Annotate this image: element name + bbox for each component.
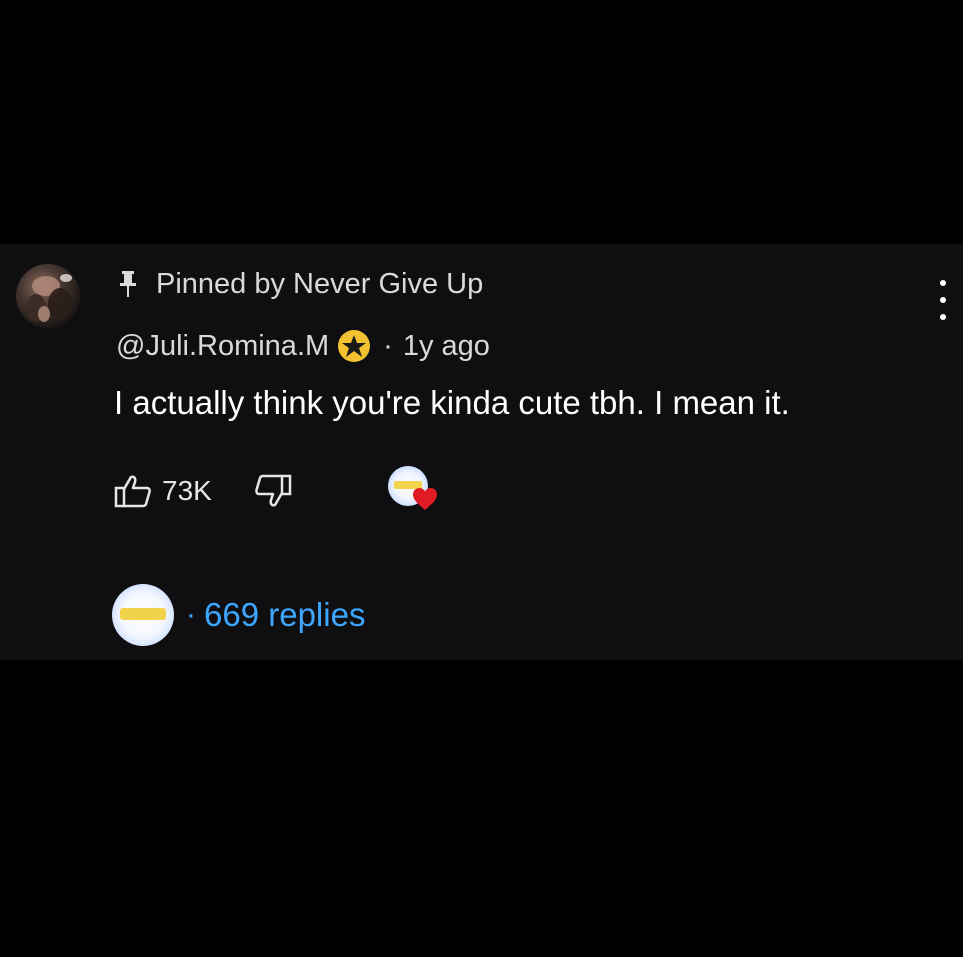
thumbs-down-icon (254, 474, 292, 507)
creator-heart-icon (387, 466, 442, 516)
replies-count: 669 replies (204, 596, 366, 633)
like-count: 73K (162, 475, 212, 506)
comment-time[interactable]: 1y ago (403, 330, 490, 363)
pin-icon (116, 269, 140, 299)
replies-separator: · (186, 598, 196, 631)
reply-creator-avatar (112, 584, 174, 646)
commenter-avatar-image (26, 274, 72, 322)
dislike-button[interactable] (254, 474, 292, 508)
thumbs-up-icon (114, 475, 151, 508)
comment-actions: 73K (114, 466, 442, 516)
commenter-avatar[interactable] (16, 264, 80, 328)
screen: Pinned by Never Give Up @Juli.Romina.M ·… (0, 0, 963, 957)
heart-icon (412, 486, 438, 512)
more-vert-icon[interactable] (932, 280, 954, 320)
author-handle[interactable]: @Juli.Romina.M (116, 330, 329, 363)
comment-text: I actually think you're kinda cute tbh. … (114, 384, 790, 421)
comment-card: Pinned by Never Give Up @Juli.Romina.M ·… (0, 244, 963, 660)
replies-toggle[interactable]: · 669 replies (112, 582, 365, 648)
star-badge-icon (337, 329, 371, 363)
comment-header: @Juli.Romina.M · 1y ago (116, 326, 490, 366)
like-button[interactable]: 73K (114, 474, 212, 508)
pinned-indicator: Pinned by Never Give Up (116, 266, 483, 302)
header-separator: · (383, 329, 393, 362)
pinned-label: Pinned by Never Give Up (156, 267, 484, 300)
